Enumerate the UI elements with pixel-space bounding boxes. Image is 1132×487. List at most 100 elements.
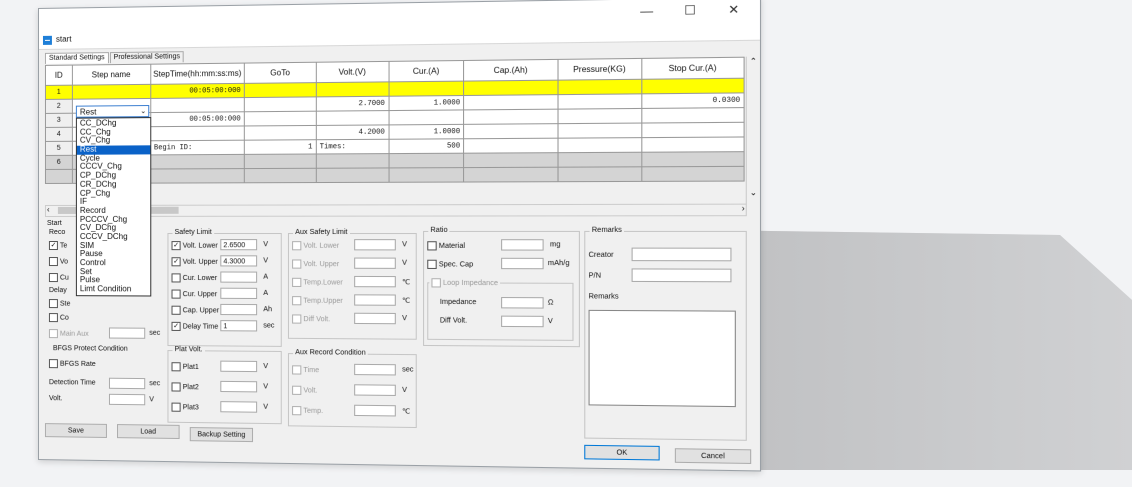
- cell[interactable]: 0.0300: [641, 92, 745, 109]
- cell[interactable]: 500: [388, 138, 464, 154]
- cell[interactable]: [244, 168, 317, 183]
- cell[interactable]: [388, 153, 464, 168]
- cell[interactable]: 4.2000: [316, 124, 389, 140]
- checkbox-icon[interactable]: [292, 314, 302, 324]
- step-name-combo[interactable]: Rest ⌄: [75, 105, 150, 118]
- aux-temp-upper-input[interactable]: [354, 294, 396, 306]
- check-icon[interactable]: ✓: [48, 241, 58, 251]
- cell[interactable]: [557, 123, 642, 139]
- grid-vertical-scrollbar[interactable]: ⌃ ⌄: [745, 56, 760, 204]
- scroll-up-icon[interactable]: ⌃: [747, 57, 760, 67]
- main-aux-input[interactable]: [108, 327, 146, 339]
- backup-setting-button[interactable]: Backup Setting: [189, 427, 254, 443]
- scroll-left-icon[interactable]: ‹: [47, 205, 50, 214]
- cell[interactable]: [150, 125, 245, 141]
- checkbox-icon[interactable]: [292, 296, 302, 306]
- aux-record-time-input[interactable]: [354, 363, 396, 376]
- cell[interactable]: [463, 94, 558, 110]
- col-header-cur[interactable]: Cur.(A): [388, 60, 464, 82]
- loop-impedance-checkbox[interactable]: Loop Impedance: [429, 278, 501, 288]
- volt-lower-input[interactable]: 2.6500: [220, 239, 258, 251]
- check-icon[interactable]: ✓: [171, 321, 181, 331]
- aux-diff-volt-checkbox[interactable]: Diff Volt.: [292, 314, 330, 324]
- cell-id[interactable]: 2: [45, 99, 73, 114]
- cell[interactable]: 2.7000: [316, 96, 389, 112]
- checkbox-icon[interactable]: [48, 313, 58, 323]
- cell[interactable]: [557, 152, 642, 168]
- cur-lower-input[interactable]: [220, 271, 258, 283]
- cancel-button[interactable]: Cancel: [674, 448, 752, 464]
- cell[interactable]: [641, 151, 745, 167]
- delay-time-checkbox[interactable]: ✓ Delay Time: [171, 321, 218, 331]
- aux-record-volt-input[interactable]: [354, 384, 396, 396]
- cell-id[interactable]: [45, 169, 73, 184]
- dropdown-item-cp-chg[interactable]: CP_Chg: [77, 188, 150, 198]
- cur-upper-input[interactable]: [220, 287, 258, 299]
- col-header-step-name[interactable]: Step name: [72, 64, 151, 86]
- load-button[interactable]: Load: [117, 424, 180, 440]
- checkbox-icon[interactable]: [48, 329, 58, 339]
- cell[interactable]: [150, 168, 245, 184]
- cell[interactable]: 00:05:00:000: [150, 83, 245, 99]
- checkbox-icon[interactable]: [171, 273, 181, 283]
- cell[interactable]: [463, 152, 558, 168]
- checkbox-icon[interactable]: [48, 273, 58, 283]
- spec-cap-input[interactable]: [501, 257, 544, 270]
- cell[interactable]: [150, 154, 245, 169]
- tab-professional-settings[interactable]: Professional Settings: [109, 51, 185, 64]
- material-input[interactable]: [501, 239, 544, 251]
- creator-input[interactable]: [631, 247, 732, 262]
- cell[interactable]: [641, 122, 745, 138]
- checkbox-icon[interactable]: [171, 305, 181, 315]
- delay-ste-checkbox[interactable]: Ste: [48, 299, 70, 309]
- checkbox-icon[interactable]: [292, 385, 302, 395]
- volt-upper-checkbox[interactable]: ✓ Volt. Upper: [171, 257, 218, 267]
- col-header-volt[interactable]: Volt.(V): [316, 61, 389, 83]
- checkbox-icon[interactable]: [171, 362, 181, 372]
- delay-co-checkbox[interactable]: Co: [48, 313, 69, 323]
- aux-record-volt-checkbox[interactable]: Volt.: [292, 385, 317, 395]
- cell[interactable]: [244, 153, 317, 169]
- cell[interactable]: [641, 136, 745, 153]
- scroll-right-icon[interactable]: ›: [742, 204, 745, 213]
- cell[interactable]: [316, 153, 389, 169]
- dropdown-item-limt-condition[interactable]: Limt Condition: [77, 284, 150, 294]
- cap-upper-input[interactable]: [220, 303, 258, 316]
- aux-record-temp-input[interactable]: [354, 404, 396, 417]
- col-header-cap[interactable]: Cap.(Ah): [463, 59, 558, 82]
- cap-upper-checkbox[interactable]: Cap. Upper: [171, 305, 219, 315]
- plat3-checkbox[interactable]: Plat3: [171, 402, 199, 412]
- cell[interactable]: [244, 111, 317, 126]
- col-header-stop-cur[interactable]: Stop Cur.(A): [641, 57, 745, 80]
- cell[interactable]: 1.0000: [388, 124, 464, 140]
- checkbox-icon[interactable]: [292, 241, 302, 251]
- checkbox-icon[interactable]: [171, 382, 181, 392]
- cell[interactable]: [641, 166, 745, 182]
- checkbox-icon[interactable]: [171, 289, 181, 299]
- aux-diff-volt-input[interactable]: [354, 312, 396, 325]
- col-header-id[interactable]: ID: [45, 65, 73, 86]
- checkbox-icon[interactable]: [48, 257, 58, 267]
- cell[interactable]: [316, 167, 389, 183]
- aux-volt-lower-checkbox[interactable]: Volt. Lower: [292, 241, 339, 251]
- checkbox-icon[interactable]: [171, 402, 181, 412]
- cell[interactable]: [463, 138, 558, 154]
- plat1-input[interactable]: [220, 360, 258, 373]
- cell[interactable]: [557, 166, 642, 182]
- close-button[interactable]: ✕: [722, 2, 746, 17]
- cell[interactable]: [557, 79, 642, 95]
- cell[interactable]: [150, 97, 245, 113]
- cell-id[interactable]: 5: [45, 141, 73, 156]
- checkbox-icon[interactable]: [427, 259, 437, 269]
- cell[interactable]: [316, 110, 389, 126]
- checkbox-icon[interactable]: [431, 278, 441, 288]
- plat3-input[interactable]: [220, 401, 258, 413]
- check-icon[interactable]: ✓: [171, 257, 181, 267]
- checkbox-icon[interactable]: [292, 277, 302, 287]
- record-cu-checkbox[interactable]: Cu: [48, 273, 69, 283]
- checkbox-icon[interactable]: [427, 241, 437, 251]
- col-header-pressure[interactable]: Pressure(KG): [557, 58, 642, 81]
- aux-temp-lower-input[interactable]: [354, 275, 396, 288]
- cell[interactable]: [463, 80, 558, 96]
- cell[interactable]: [557, 93, 642, 110]
